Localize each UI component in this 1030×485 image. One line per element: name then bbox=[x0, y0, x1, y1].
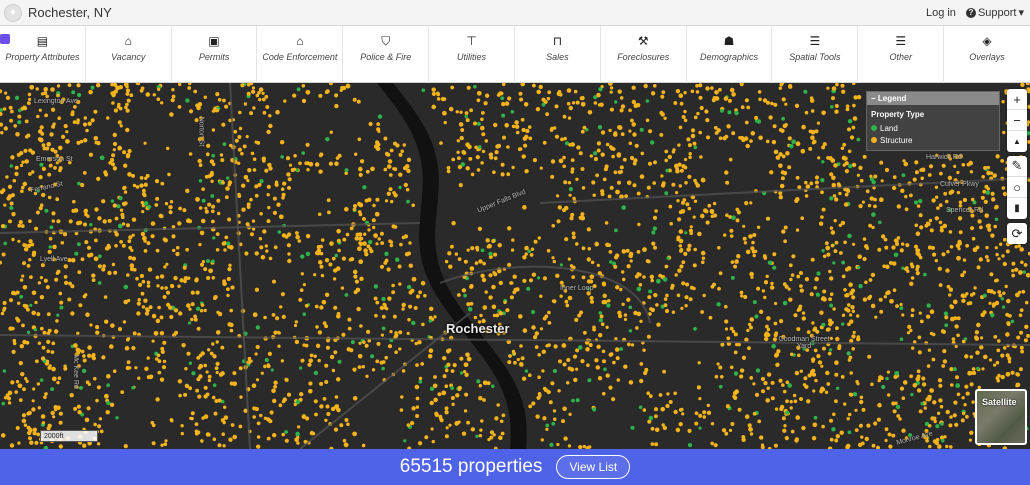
legend-item-label: Land bbox=[880, 123, 898, 133]
question-circle-icon: ? bbox=[965, 7, 976, 18]
street-label: Inner Loop bbox=[560, 285, 594, 292]
legend-header[interactable]: − Legend bbox=[867, 92, 999, 105]
house-icon: ⌂ bbox=[296, 34, 304, 48]
refresh-control: ⟳ bbox=[1007, 223, 1027, 244]
legend-title: Property Type bbox=[871, 110, 925, 119]
faucet-icon: ⊤ bbox=[466, 34, 477, 48]
nav-item-label: Spatial Tools bbox=[789, 52, 841, 62]
trash-icon[interactable]: ▮ bbox=[1007, 198, 1027, 219]
nav-item-sales[interactable]: ⊓ Sales bbox=[515, 26, 601, 83]
nav-item-permits[interactable]: ▣ Permits bbox=[172, 26, 258, 83]
nav-item-label: Overlays bbox=[969, 52, 1005, 62]
legend-panel: − Legend Property Type Land Structure bbox=[866, 91, 1000, 151]
nav-item-other[interactable]: ☰ Other bbox=[858, 26, 945, 83]
panel-toggle-icon[interactable] bbox=[0, 34, 10, 44]
street-label: Lyell Ave bbox=[40, 256, 68, 263]
legend-item-structure: Structure bbox=[867, 134, 999, 146]
view-list-button[interactable]: View List bbox=[556, 455, 631, 479]
page-title: Rochester, NY bbox=[28, 5, 112, 20]
road-line bbox=[0, 334, 1030, 346]
draw-controls: ✎ ○ ▮ bbox=[1007, 156, 1027, 219]
nav-item-label: Other bbox=[889, 52, 912, 62]
nav-item-label: Vacancy bbox=[111, 52, 146, 62]
shield-icon: ⛉ bbox=[381, 34, 391, 48]
people-icon: ☗ bbox=[723, 34, 735, 48]
caret-down-icon: ▾ bbox=[1018, 7, 1024, 19]
login-link[interactable]: Log in bbox=[926, 7, 956, 19]
nav-item-label: Police & Fire bbox=[360, 52, 412, 62]
top-bar-right: Log in ? Support ▾ bbox=[926, 6, 1030, 20]
nav-item-code-enforcement[interactable]: ⌂ Code Enforcement bbox=[257, 26, 344, 83]
zoom-out-button[interactable]: − bbox=[1007, 110, 1027, 131]
nav-item-spatial-tools[interactable]: ☰ Spatial Tools bbox=[772, 26, 859, 83]
draw-line-icon[interactable]: ✎ bbox=[1007, 156, 1027, 177]
support-label: Support bbox=[977, 6, 1017, 19]
scale-bar: 2000ft bbox=[40, 430, 98, 442]
nav-item-utilities[interactable]: ⊤ Utilities bbox=[429, 26, 515, 83]
road-line bbox=[0, 222, 421, 234]
nav-item-overlays[interactable]: ◈ Overlays bbox=[944, 26, 1030, 83]
refresh-icon[interactable]: ⟳ bbox=[1007, 223, 1027, 244]
nav-item-police-fire[interactable]: ⛉ Police & Fire bbox=[343, 26, 430, 83]
draw-circle-icon[interactable]: ○ bbox=[1007, 177, 1027, 198]
map-view[interactable]: Lexington Ave Emerson St Ferrano St Lyel… bbox=[0, 83, 1030, 449]
nav-item-label: Foreclosures bbox=[617, 52, 670, 62]
satellite-label: Satellite bbox=[982, 397, 1017, 407]
street-label: Goodman Street Yard bbox=[778, 336, 830, 350]
nav-item-label: Permits bbox=[198, 52, 230, 62]
nav-item-label: Utilities bbox=[457, 52, 487, 62]
street-label: Lexington Ave bbox=[34, 98, 78, 105]
nav-item-property-attributes[interactable]: ▤ Property Attributes bbox=[0, 26, 86, 83]
results-bar: 65515 properties View List bbox=[0, 449, 1030, 485]
street-label: Mc Kee Rd bbox=[71, 354, 79, 389]
property-count: 65515 properties bbox=[399, 456, 543, 477]
legend-item-land: Land bbox=[867, 122, 999, 134]
nav-item-label: Property Attributes bbox=[5, 52, 80, 62]
nav-item-foreclosures[interactable]: ⚒ Foreclosures bbox=[601, 26, 687, 83]
city-label: Rochester bbox=[446, 321, 510, 336]
permit-doc-icon: ▣ bbox=[208, 34, 220, 48]
structure-dot-icon bbox=[871, 137, 877, 143]
street-label: Culver Pkwy bbox=[940, 181, 979, 188]
street-label: Harwick Rd bbox=[926, 154, 962, 161]
zoom-controls: + − ▲ bbox=[1007, 89, 1027, 152]
sliders-icon: ☰ bbox=[809, 34, 821, 48]
top-bar: ✦ Rochester, NY Log in ? Support ▾ bbox=[0, 0, 1030, 26]
street-label: Emerson St bbox=[36, 156, 73, 163]
nav-item-vacancy[interactable]: ⌂ Vacancy bbox=[86, 26, 172, 83]
building-icon: ▤ bbox=[36, 34, 49, 48]
support-menu[interactable]: ? Support ▾ bbox=[965, 6, 1024, 19]
house-vacant-icon: ⌂ bbox=[124, 34, 132, 48]
nav-item-demographics[interactable]: ☗ Demographics bbox=[687, 26, 773, 83]
street-label: Spencer Rd bbox=[946, 207, 983, 214]
layers-icon: ◈ bbox=[982, 34, 992, 48]
gavel-icon: ⚒ bbox=[637, 34, 649, 48]
sign-icon: ⊓ bbox=[552, 34, 563, 48]
nav-item-label: Sales bbox=[546, 52, 569, 62]
compass-icon[interactable]: ▲ bbox=[1007, 131, 1027, 152]
land-dot-icon bbox=[871, 125, 877, 131]
sliders-icon: ☰ bbox=[895, 34, 907, 48]
nav-item-label: Code Enforcement bbox=[262, 52, 338, 62]
category-nav: ▤ Property Attributes ⌂ Vacancy ▣ Permits ⌂ Cod… bbox=[0, 26, 1030, 83]
satellite-toggle-button[interactable]: Satellite bbox=[975, 389, 1027, 445]
app-logo-icon[interactable]: ✦ bbox=[4, 3, 22, 22]
zoom-in-button[interactable]: + bbox=[1007, 89, 1027, 110]
street-label: Norton St bbox=[197, 116, 205, 147]
nav-item-label: Demographics bbox=[700, 52, 759, 62]
legend-item-label: Structure bbox=[880, 135, 913, 145]
